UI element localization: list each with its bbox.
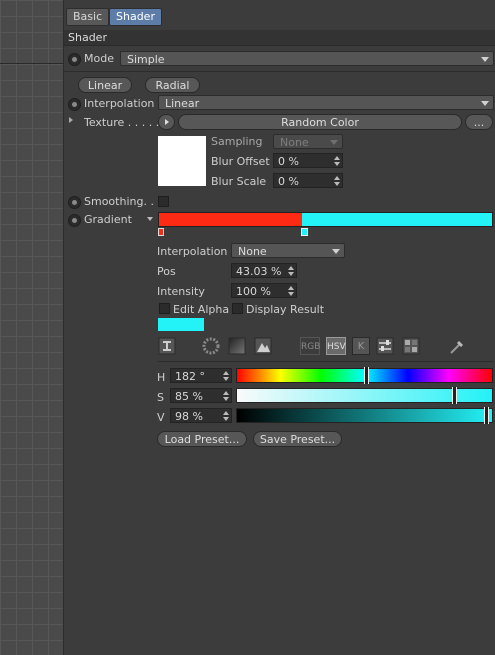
texture-options-button[interactable] [158, 114, 175, 130]
gradient-label: Gradient [84, 213, 132, 226]
texture-more-button[interactable]: ... [465, 114, 493, 130]
spinner-icon[interactable] [223, 371, 229, 381]
h-value: 182 ° [175, 370, 205, 383]
blur-offset-label: Blur Offset [211, 155, 270, 168]
spinner-icon[interactable] [288, 286, 294, 296]
knot-interpolation-value: None [238, 245, 267, 258]
mode-animate-radio[interactable] [68, 53, 81, 66]
expand-arrow-icon[interactable] [69, 117, 73, 123]
gradient-bar[interactable] [158, 212, 493, 227]
chevron-down-icon [332, 249, 340, 254]
intensity-value: 100 % [236, 285, 271, 298]
saturation-slider[interactable] [236, 387, 493, 404]
smoothing-label: Smoothing. . . [84, 195, 161, 208]
spinner-icon[interactable] [288, 266, 294, 276]
color-picker-mode-icon[interactable] [158, 337, 176, 355]
play-icon [165, 119, 169, 125]
h-field[interactable]: 182 ° [170, 368, 232, 383]
sampling-dropdown[interactable]: None [273, 134, 343, 149]
sampling-label: Sampling [211, 135, 263, 148]
v-label: V [157, 411, 165, 424]
edit-alpha-checkbox[interactable] [159, 303, 170, 314]
gradient-segment-left [159, 213, 302, 226]
attribute-panel: Basic Shader Shader Mode Simple Linear R… [64, 0, 495, 655]
spinner-icon[interactable] [223, 391, 229, 401]
s-value: 85 % [175, 390, 203, 403]
tab-basic[interactable]: Basic [66, 8, 110, 26]
swatches-icon[interactable] [402, 337, 420, 355]
saturation-slider-handle[interactable] [452, 387, 457, 404]
value-slider[interactable] [236, 407, 493, 424]
pos-field[interactable]: 43.03 % [231, 263, 297, 278]
mode-value: Simple [127, 53, 165, 66]
chevron-down-icon [481, 101, 489, 106]
interpolation-animate-radio[interactable] [68, 98, 81, 111]
mode-label: Mode [84, 52, 114, 65]
load-preset-button[interactable]: Load Preset... [157, 431, 247, 447]
hue-slider[interactable] [236, 367, 493, 384]
gradient-segment-right [302, 213, 492, 226]
spinner-icon[interactable] [334, 156, 340, 166]
spectrum-icon[interactable] [228, 337, 246, 355]
smoothing-animate-radio[interactable] [68, 196, 81, 209]
s-label: S [157, 391, 164, 404]
knot-interpolation-label: Interpolation [157, 245, 228, 258]
display-result-checkbox[interactable] [232, 303, 243, 314]
smoothing-checkbox[interactable] [158, 196, 169, 207]
spinner-icon[interactable] [223, 411, 229, 421]
save-preset-button[interactable]: Save Preset... [253, 431, 342, 447]
mode-dropdown[interactable]: Simple [120, 51, 494, 66]
radial-button[interactable]: Radial [145, 77, 200, 93]
section-title: Shader [64, 30, 495, 46]
blur-offset-value: 0 % [278, 155, 299, 168]
knot-interpolation-dropdown[interactable]: None [231, 243, 345, 258]
chevron-down-icon [481, 57, 489, 62]
linear-button[interactable]: Linear [78, 77, 132, 93]
interpolation-value: Linear [165, 97, 200, 110]
texture-label: Texture . . . . . . [84, 116, 167, 129]
chevron-down-icon [330, 140, 338, 145]
sampling-value: None [280, 136, 309, 149]
hsv-mode-button[interactable]: HSV [326, 337, 346, 355]
interpolation-label: Interpolation [84, 97, 155, 110]
kelvin-mode-button[interactable]: K [352, 337, 370, 355]
intensity-label: Intensity [157, 285, 205, 298]
pos-value: 43.03 % [236, 265, 282, 278]
divider [64, 71, 495, 72]
hue-slider-handle[interactable] [364, 367, 369, 384]
pos-label: Pos [157, 265, 176, 278]
eyedropper-icon[interactable] [448, 337, 466, 355]
gradient-knot-selected[interactable] [301, 228, 308, 236]
intensity-field[interactable]: 100 % [231, 283, 297, 298]
edit-alpha-label: Edit Alpha [173, 303, 230, 316]
gradient-menu-arrow-icon[interactable] [147, 217, 153, 221]
v-field[interactable]: 98 % [170, 408, 232, 423]
blur-offset-field[interactable]: 0 % [273, 153, 343, 168]
interpolation-dropdown[interactable]: Linear [158, 95, 494, 110]
viewport-grid [0, 0, 64, 655]
display-result-label: Display Result [246, 303, 325, 316]
texture-preview [158, 136, 206, 186]
random-color-button[interactable]: Random Color [178, 114, 462, 130]
value-slider-handle[interactable] [484, 407, 489, 424]
mixer-icon[interactable] [376, 337, 394, 355]
blur-scale-label: Blur Scale [211, 175, 267, 188]
image-picker-icon[interactable] [254, 337, 272, 355]
divider [158, 361, 494, 362]
rgb-mode-button[interactable]: RGB [300, 337, 320, 355]
v-value: 98 % [175, 410, 203, 423]
knot-color-swatch[interactable] [158, 318, 204, 331]
gradient-animate-radio[interactable] [68, 214, 81, 227]
color-wheel-icon[interactable] [202, 337, 220, 355]
s-field[interactable]: 85 % [170, 388, 232, 403]
tab-shader[interactable]: Shader [109, 8, 162, 26]
blur-scale-field[interactable]: 0 % [273, 173, 343, 188]
gradient-knot-left[interactable] [158, 228, 164, 236]
spinner-icon[interactable] [334, 176, 340, 186]
blur-scale-value: 0 % [278, 175, 299, 188]
h-label: H [157, 371, 166, 384]
